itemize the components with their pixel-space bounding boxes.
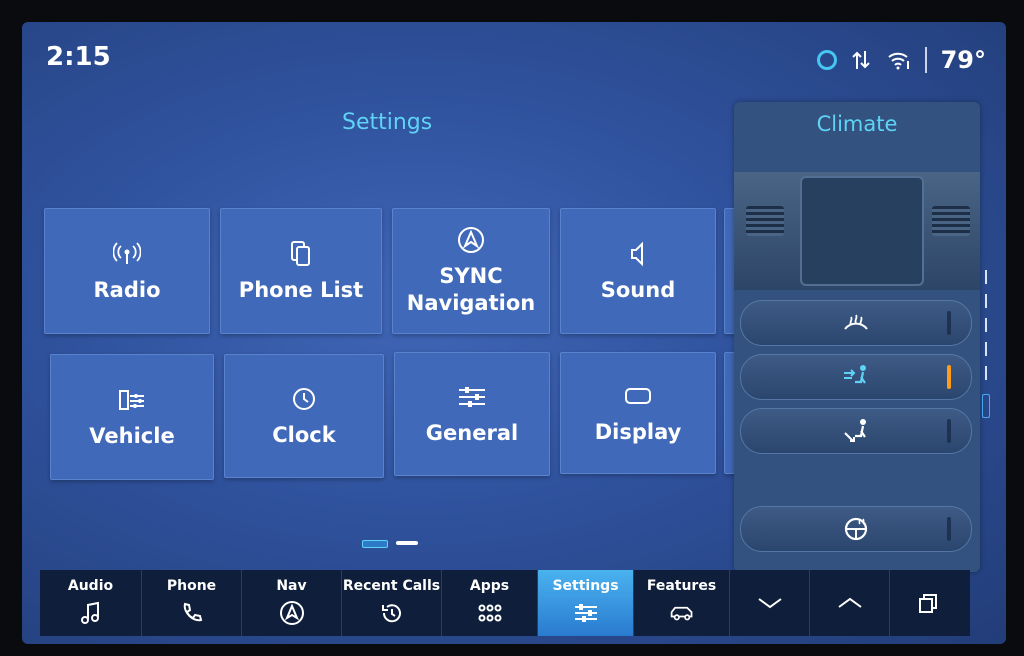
airflow-face-button[interactable]	[740, 354, 972, 400]
vehicle-settings-icon	[116, 385, 148, 415]
chevron-down-icon	[757, 598, 782, 609]
nav-label: Recent Calls	[342, 578, 441, 594]
nav-label: Settings	[552, 578, 619, 594]
radio-antenna-icon	[111, 239, 143, 269]
airflow-feet-icon	[844, 419, 866, 442]
scroll-down-button[interactable]	[730, 570, 810, 636]
page-indicator	[362, 540, 418, 548]
navigation-icon	[455, 225, 487, 255]
dashboard-illustration	[734, 172, 980, 290]
music-note-icon	[78, 600, 104, 626]
sliders-icon	[456, 382, 488, 412]
nav-nav[interactable]: Nav	[242, 570, 342, 636]
tile-sound[interactable]: Sound	[560, 208, 716, 334]
bottom-nav-bar: Audio Phone Nav Recent Calls Apps Settin…	[40, 570, 970, 636]
status-divider	[924, 47, 927, 73]
scroll-dash	[985, 294, 987, 308]
nav-settings[interactable]: Settings	[538, 570, 634, 636]
climate-title: Climate	[816, 112, 898, 136]
phone-list-icon	[285, 239, 317, 269]
steering-heat-indicator	[947, 517, 951, 541]
tile-label: SYNC Navigation	[406, 264, 536, 315]
nav-audio[interactable]: Audio	[40, 570, 142, 636]
page-dot	[396, 541, 418, 545]
chevron-up-icon	[837, 597, 862, 608]
speaker-icon	[622, 239, 654, 269]
center-screen-graphic	[800, 176, 924, 286]
wifi-icon	[887, 52, 909, 70]
tile-general[interactable]: General	[394, 352, 550, 476]
airflow-feet-button[interactable]	[740, 408, 972, 454]
tile-vehicle[interactable]: Vehicle	[50, 354, 214, 480]
recent-calls-icon	[379, 600, 405, 626]
status-clock: 2:15	[46, 42, 111, 72]
nav-label: Features	[646, 578, 717, 594]
nav-recent-calls[interactable]: Recent Calls	[342, 570, 442, 636]
tile-clock[interactable]: Clock	[224, 354, 384, 478]
scroll-up-button[interactable]	[810, 570, 890, 636]
clock-icon	[288, 384, 320, 414]
nav-features[interactable]: Features	[634, 570, 730, 636]
tile-sync-navigation[interactable]: SYNC Navigation	[392, 208, 550, 334]
scroll-dash	[985, 270, 987, 284]
scroll-thumb[interactable]	[982, 394, 990, 418]
tile-display[interactable]: Display	[560, 352, 716, 474]
vehicle-features-icon	[669, 600, 695, 626]
front-defrost-icon	[844, 314, 868, 330]
multi-window-icon	[919, 594, 937, 613]
nav-label: Nav	[276, 578, 307, 594]
tile-label: Sound	[600, 277, 676, 302]
alexa-icon[interactable]	[816, 50, 837, 70]
defrost-indicator	[947, 311, 951, 335]
vent-right	[932, 206, 970, 236]
climate-scroll-indicator[interactable]	[982, 270, 990, 420]
nav-apps[interactable]: Apps	[442, 570, 538, 636]
tile-label: Phone List	[238, 277, 364, 302]
tile-phone-list[interactable]: Phone List	[220, 208, 382, 334]
multi-window-button[interactable]	[890, 570, 968, 636]
tile-label: Clock	[272, 422, 336, 447]
sync-screen: 2:15 79° Settings Radio Phone List SYNC …	[22, 22, 1006, 644]
scroll-dash	[985, 342, 987, 356]
page-dot-active	[362, 540, 388, 548]
nav-label: Audio	[67, 578, 114, 594]
outside-temperature: 79°	[940, 46, 986, 74]
airflow-face-icon	[844, 365, 866, 384]
heated-steering-wheel-button[interactable]	[740, 506, 972, 552]
tile-label: General	[425, 420, 519, 445]
nav-label: Phone	[166, 578, 217, 594]
apps-grid-icon	[477, 600, 503, 626]
status-icons: 79°	[816, 46, 986, 74]
front-defrost-button[interactable]	[740, 300, 972, 346]
airflow-feet-indicator	[947, 419, 951, 443]
tile-label: Display	[594, 419, 682, 444]
tile-label: Radio	[93, 277, 161, 302]
navigation-icon	[279, 600, 305, 626]
settings-sliders-icon	[573, 600, 599, 626]
tile-radio[interactable]: Radio	[44, 208, 210, 334]
heated-steering-wheel-icon	[844, 517, 868, 541]
nav-phone[interactable]: Phone	[142, 570, 242, 636]
tile-label: Vehicle	[89, 423, 175, 448]
scroll-dash	[985, 366, 987, 380]
display-icon	[622, 381, 654, 411]
signal-transfer-icon	[851, 51, 870, 69]
airflow-face-indicator	[947, 365, 951, 389]
climate-panel: Climate	[734, 102, 980, 572]
page-title: Settings	[342, 110, 433, 135]
scroll-dash	[985, 318, 987, 332]
vent-left	[746, 206, 784, 236]
phone-icon	[179, 600, 205, 626]
nav-label: Apps	[469, 578, 510, 594]
